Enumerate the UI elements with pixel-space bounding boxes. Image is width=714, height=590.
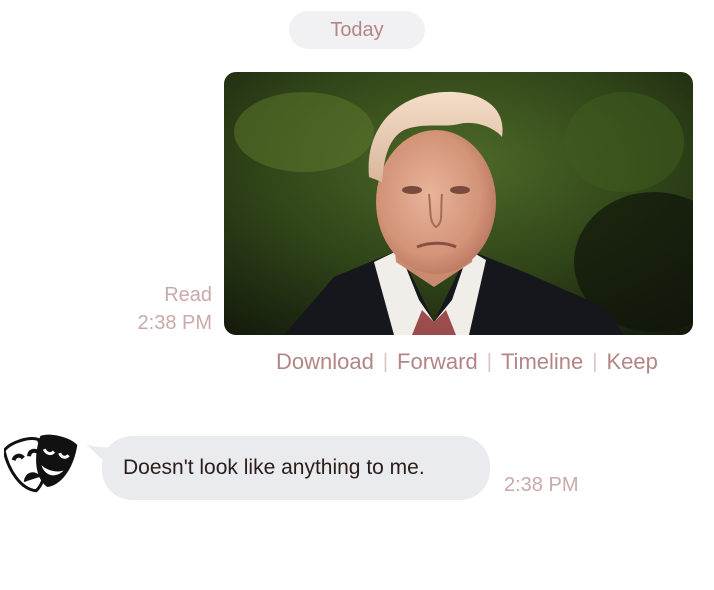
incoming-message-bubble[interactable]: Doesn't look like anything to me.: [102, 436, 490, 500]
theater-masks-icon[interactable]: [2, 432, 80, 498]
action-separator: |: [486, 350, 492, 373]
chat-thread: Today Read 2:38 PM Download | Forward | …: [0, 0, 714, 590]
forward-link[interactable]: Forward: [397, 349, 478, 375]
action-separator: |: [592, 350, 598, 373]
photo-image: [224, 72, 693, 335]
keep-link[interactable]: Keep: [606, 349, 657, 375]
incoming-message-text: Doesn't look like anything to me.: [123, 456, 425, 479]
date-separator: Today: [289, 11, 425, 49]
photo-actions: Download | Forward | Timeline | Keep: [276, 346, 658, 378]
download-link[interactable]: Download: [276, 349, 374, 375]
outgoing-timestamp: 2:38 PM: [137, 312, 212, 334]
action-separator: |: [382, 350, 389, 373]
timeline-link[interactable]: Timeline: [501, 349, 583, 375]
incoming-timestamp: 2:38 PM: [504, 474, 579, 496]
read-status: Read: [164, 284, 212, 306]
photo-message[interactable]: [224, 72, 693, 335]
